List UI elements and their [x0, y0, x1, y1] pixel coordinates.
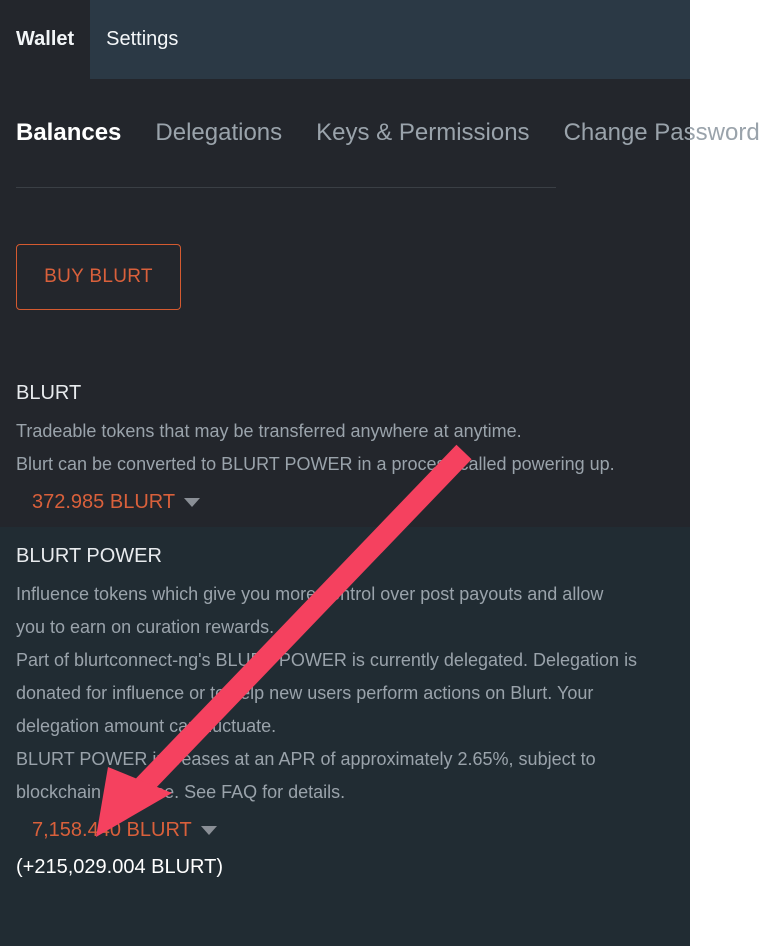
wallet-panel: Balances Delegations Keys & Permissions …: [0, 79, 760, 946]
subnav-divider: [16, 187, 556, 188]
chevron-down-icon[interactable]: [184, 498, 201, 507]
section-title-blurt: BLURT: [16, 382, 82, 404]
section-desc-bp-line2: you to earn on curation rewards.: [16, 617, 275, 637]
balance-row-blurt: 372.985 BLURT: [16, 491, 674, 514]
balance-amount-blurt[interactable]: 372.985 BLURT: [32, 491, 175, 514]
subnav-item-balances[interactable]: Balances: [16, 119, 121, 147]
tab-wallet[interactable]: Wallet: [0, 0, 91, 79]
tab-settings[interactable]: Settings: [90, 0, 194, 79]
tab-settings-label: Settings: [106, 28, 179, 50]
balance-section-blurt-power: BLURT POWER Influence tokens which give …: [0, 527, 690, 946]
buy-blurt-button[interactable]: BUY BLURT: [16, 244, 181, 310]
balance-amount-blurt-power[interactable]: 7,158.440 BLURT: [32, 819, 192, 842]
section-desc-bp-line1: Influence tokens which give you more con…: [16, 584, 604, 604]
app-screenshot: Wallet Settings Balances Delegations Key…: [0, 0, 768, 946]
section-desc-blurt-line1: Tradeable tokens that may be transferred…: [16, 421, 522, 441]
balance-row-blurt-power: 7,158.440 BLURT: [16, 819, 674, 842]
section-desc-blurt-line2: Blurt can be converted to BLURT POWER in…: [16, 454, 615, 474]
chevron-down-icon[interactable]: [200, 826, 217, 835]
section-desc-bp-line5: delegation amount can fluctuate.: [16, 716, 277, 736]
section-desc-bp-line4: donated for influence or to help new use…: [16, 683, 594, 703]
delegated-amount-label: (+215,029.004 BLURT): [16, 856, 223, 878]
chrome-tab-strip: Wallet Settings: [0, 0, 194, 79]
app-header-bar: Wallet Settings: [0, 0, 690, 79]
section-title-blurt-power: BLURT POWER: [16, 545, 162, 567]
wallet-subnav: Balances Delegations Keys & Permissions …: [16, 119, 760, 147]
section-desc-bp-line7: blockchain variance. See FAQ for details…: [16, 782, 346, 802]
section-desc-bp-line3: Part of blurtconnect-ng's BLURT POWER is…: [16, 650, 638, 670]
subnav-item-change-password[interactable]: Change Password: [564, 119, 760, 147]
subnav-item-delegations[interactable]: Delegations: [155, 119, 282, 147]
section-desc-bp-line6: BLURT POWER increases at an APR of appro…: [16, 749, 596, 769]
balance-section-blurt: BLURT Tradeable tokens that may be trans…: [0, 368, 690, 527]
tab-wallet-label: Wallet: [16, 28, 75, 50]
subnav-item-keys-permissions[interactable]: Keys & Permissions: [316, 119, 529, 147]
